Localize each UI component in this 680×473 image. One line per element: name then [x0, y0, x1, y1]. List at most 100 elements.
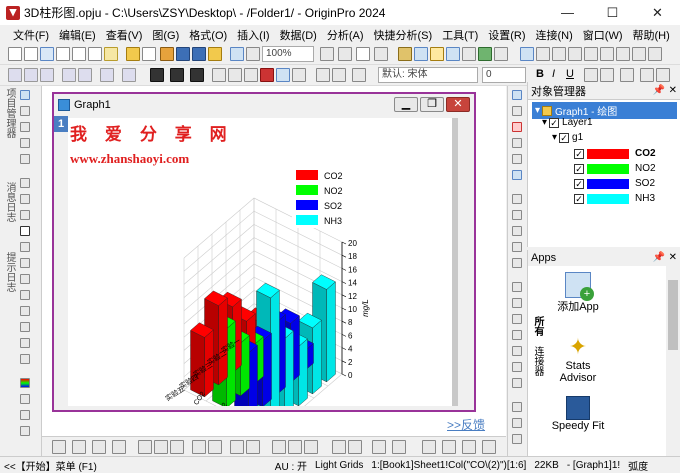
rotate-tool-icon[interactable]: [20, 138, 30, 148]
pattern-icon[interactable]: [112, 440, 126, 454]
menu-item-4[interactable]: 格式(O): [184, 27, 232, 43]
graph-tool-17-icon[interactable]: [512, 362, 522, 372]
extract-icon[interactable]: [568, 47, 582, 61]
copy-page-icon[interactable]: [374, 47, 388, 61]
menu-item-2[interactable]: 查看(V): [101, 27, 148, 43]
maximize-button[interactable]: ☐: [590, 0, 635, 25]
reset-icon[interactable]: [372, 440, 386, 454]
speedy-fit-item[interactable]: Speedy Fit: [548, 396, 608, 432]
layer-management-icon[interactable]: [600, 47, 614, 61]
mask-tool-icon[interactable]: [20, 210, 30, 220]
rotate-z-icon[interactable]: [304, 440, 318, 454]
graph-restore-button[interactable]: ❐: [420, 97, 444, 112]
menu-item-5[interactable]: 插入(I): [232, 27, 274, 43]
arrange-layers-icon[interactable]: [632, 47, 646, 61]
menu-item-12[interactable]: 窗口(W): [578, 27, 628, 43]
ungroup-icon[interactable]: [208, 440, 222, 454]
graph-tool-2-icon[interactable]: [512, 106, 522, 116]
menu-item-0[interactable]: 文件(F): [8, 27, 54, 43]
add-app-item[interactable]: + 添加App: [548, 272, 608, 314]
back-icon[interactable]: [40, 68, 54, 82]
shape-tool-icon[interactable]: [20, 242, 30, 252]
graph-tool-15-icon[interactable]: [512, 330, 522, 340]
region-tool-icon[interactable]: [20, 194, 30, 204]
code-builder-icon[interactable]: [446, 47, 460, 61]
new-notes-icon[interactable]: [72, 47, 86, 61]
graph-tool-1-icon[interactable]: [512, 90, 522, 100]
scale-tool-icon[interactable]: [20, 122, 30, 132]
menu-item-6[interactable]: 数据(D): [275, 27, 322, 43]
line-plot-icon[interactable]: [212, 68, 226, 82]
new-matrix-icon[interactable]: [56, 47, 70, 61]
scale-in-icon[interactable]: [122, 68, 136, 82]
template-library-icon[interactable]: [352, 68, 366, 82]
graph-tool-10-icon[interactable]: [512, 242, 522, 252]
graph-tool-11-icon[interactable]: [512, 258, 522, 268]
rectangle-tool-icon[interactable]: [20, 290, 30, 300]
new-layout-icon[interactable]: [88, 47, 102, 61]
graph-tool-20-icon[interactable]: [512, 418, 522, 428]
status-grids[interactable]: Light Grids: [311, 460, 367, 471]
graph-tool-14-icon[interactable]: [512, 314, 522, 324]
back-layer-icon[interactable]: [246, 440, 260, 454]
insert-graph-icon[interactable]: [20, 338, 30, 348]
fit-frame-icon[interactable]: [392, 440, 406, 454]
om-plot-so2[interactable]: ✓ SO2: [574, 178, 655, 189]
fill-color-icon[interactable]: [20, 394, 30, 404]
om-layer-node[interactable]: ▾ ✓ Layer1: [542, 117, 593, 128]
graph-tool-13-icon[interactable]: [512, 298, 522, 308]
tilt-icon[interactable]: [332, 440, 346, 454]
swap-layer-icon[interactable]: [616, 47, 630, 61]
pie-plot-icon[interactable]: [292, 68, 306, 82]
layer-checkbox[interactable]: ✓: [549, 117, 560, 128]
options-icon[interactable]: [482, 440, 496, 454]
pointer-tool-icon[interactable]: [20, 90, 30, 100]
menu-item-10[interactable]: 设置(R): [483, 27, 530, 43]
graph-tool-9-icon[interactable]: [512, 226, 522, 236]
stats-advisor-item[interactable]: ✦ Stats Advisor: [548, 334, 608, 384]
plot-checkbox[interactable]: ✓: [574, 163, 584, 174]
plot-checkbox[interactable]: ✓: [574, 193, 584, 204]
status-unit[interactable]: 弧度: [624, 458, 652, 473]
menu-item-11[interactable]: 连接(N): [531, 27, 578, 43]
color-palette-icon[interactable]: [20, 378, 30, 388]
area-plot-icon[interactable]: [276, 68, 290, 82]
decrease-font-icon[interactable]: [656, 68, 670, 82]
column-plot-icon[interactable]: [260, 68, 274, 82]
apps-pin-icon[interactable]: 📌: [653, 250, 665, 266]
front-icon[interactable]: [230, 440, 244, 454]
insert-image-icon[interactable]: [20, 354, 30, 364]
data-reader-tool-icon[interactable]: [20, 154, 30, 164]
undo-icon[interactable]: [8, 68, 22, 82]
layer-contents-icon[interactable]: [584, 47, 598, 61]
axis-icon[interactable]: [442, 440, 456, 454]
print-icon[interactable]: [356, 47, 370, 61]
zoom-tool-icon[interactable]: [20, 106, 30, 116]
perspective-icon[interactable]: [348, 440, 362, 454]
arrow-tool-icon[interactable]: [20, 258, 30, 268]
graph-tool-7-icon[interactable]: [512, 194, 522, 204]
apps-icon[interactable]: [478, 47, 492, 61]
subscript-icon[interactable]: [600, 68, 614, 82]
menu-item-9[interactable]: 工具(T): [437, 27, 483, 43]
om-plot-no2[interactable]: ✓ NO2: [574, 163, 656, 174]
object-manager-icon[interactable]: [462, 47, 476, 61]
new-graph-icon[interactable]: [40, 47, 54, 61]
col-x-icon[interactable]: [150, 68, 164, 82]
greek-icon[interactable]: [620, 68, 634, 82]
increase-font-icon[interactable]: [640, 68, 654, 82]
new-project-icon[interactable]: [8, 47, 22, 61]
om-group-node[interactable]: ▾ ✓ g1: [552, 132, 583, 143]
data-selector-icon[interactable]: [100, 68, 114, 82]
add-layer-icon[interactable]: [520, 47, 534, 61]
graph-tool-8-icon[interactable]: [512, 210, 522, 220]
align-left-icon[interactable]: [138, 440, 152, 454]
data-reader-icon[interactable]: [62, 68, 76, 82]
graph-tool-21-icon[interactable]: [512, 434, 522, 444]
graph-minimize-button[interactable]: ▁: [394, 97, 418, 112]
open-template-icon[interactable]: [142, 47, 156, 61]
apps-close-icon[interactable]: ✕: [669, 250, 677, 266]
apps-tab-all[interactable]: 所有: [530, 316, 545, 336]
layer-badge[interactable]: 1: [54, 116, 68, 132]
rescale-icon[interactable]: [536, 47, 550, 61]
